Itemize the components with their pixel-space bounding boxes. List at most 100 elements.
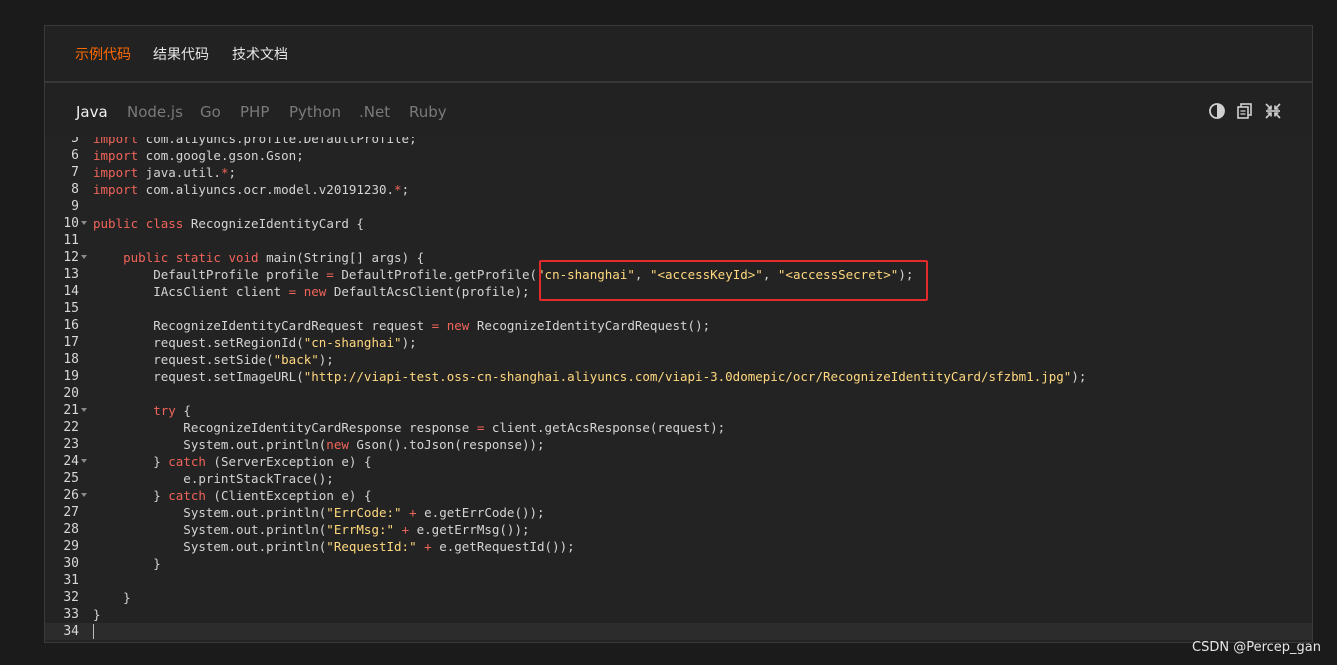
code-editor[interactable]: 5 import com.aliyuncs.profile.DefaultProf… (45, 137, 1312, 642)
code-keyword: + (409, 505, 417, 520)
code-keyword: import (93, 137, 139, 146)
code-token: DefaultAcsClient(profile); (326, 284, 530, 299)
code-line: 31 (45, 572, 1312, 589)
line-number: 16 (63, 318, 79, 333)
fullscreen-icon[interactable] (1264, 102, 1282, 120)
line-number: 9 (71, 199, 79, 214)
code-keyword: + (401, 522, 410, 537)
tab-tech-docs[interactable]: 技术文档 (232, 44, 288, 64)
line-number: 27 (63, 505, 79, 520)
code-line: 23 System.out.println(new Gson().toJson(… (45, 436, 1312, 453)
code-keyword: + (424, 539, 432, 554)
code-token: IAcsClient client (93, 284, 289, 299)
line-number: 34 (63, 624, 79, 639)
code-token: } (93, 454, 169, 469)
code-text: RecognizeIdentityCardResponse response =… (93, 419, 725, 436)
code-keyword: catch (168, 488, 206, 503)
line-number: 18 (63, 352, 79, 367)
lang-tab-python[interactable]: Python (289, 103, 341, 121)
code-text: e.printStackTrace(); (93, 470, 334, 487)
code-line: 27 System.out.println("ErrCode:" + e.get… (45, 504, 1312, 521)
code-token: } (93, 590, 131, 605)
code-keyword: try (153, 403, 176, 418)
theme-toggle-icon[interactable] (1208, 102, 1226, 120)
line-number: 19 (63, 369, 79, 384)
annotation-highlight-box (539, 260, 928, 301)
code-text: System.out.println("ErrMsg:" + e.getErrM… (93, 521, 529, 538)
code-sample-panel: 示例代码 结果代码 技术文档 Java Node.js Go PHP Pytho… (44, 25, 1313, 643)
code-text: import java.util.*; (93, 164, 236, 181)
code-token: DefaultProfile profile (93, 267, 327, 282)
code-text: } (93, 555, 161, 572)
line-number: 12 (63, 250, 79, 265)
code-line: 8 import com.aliyuncs.ocr.model.v20191230… (45, 181, 1312, 198)
lang-tab-java[interactable]: Java (76, 103, 108, 121)
code-token: (ClientException e) { (205, 488, 372, 503)
code-line: 15 (45, 300, 1312, 317)
code-text: import com.aliyuncs.ocr.model.v20191230.… (93, 181, 409, 198)
code-token: DefaultProfile.getProfile( (333, 267, 538, 282)
line-number: 5 (71, 137, 79, 146)
code-string: "http://viapi-test.oss-cn-shanghai.aliyu… (303, 369, 1072, 384)
line-number: 14 (63, 284, 79, 299)
language-tab-bar: Java Node.js Go PHP Python .Net Ruby (45, 83, 1312, 135)
fold-arrow-icon[interactable] (81, 255, 87, 259)
tab-result-code[interactable]: 结果代码 (153, 44, 209, 64)
code-token: client.getAcsResponse(request); (484, 420, 726, 435)
lang-tab-php[interactable]: PHP (240, 103, 269, 121)
code-text: IAcsClient client = new DefaultAcsClient… (93, 283, 530, 300)
line-number: 31 (63, 573, 79, 588)
tab-sample-code[interactable]: 示例代码 (75, 44, 131, 64)
lang-tab-nodejs[interactable]: Node.js (127, 103, 183, 121)
line-number: 25 (63, 471, 79, 486)
code-token: e.printStackTrace(); (93, 471, 334, 486)
fold-arrow-icon[interactable] (81, 459, 87, 463)
code-text: request.setRegionId("cn-shanghai"); (93, 334, 416, 351)
code-keyword: import (93, 182, 139, 197)
code-line: 9 (45, 198, 1312, 215)
code-string: "ErrCode:" (326, 505, 402, 520)
code-line: 19 request.setImageURL("http://viapi-tes… (45, 368, 1312, 385)
lang-tab-go[interactable]: Go (200, 103, 221, 121)
code-line: 7 import java.util.*; (45, 164, 1312, 181)
line-number: 20 (63, 386, 79, 401)
code-line: 10 public class RecognizeIdentityCard { (45, 215, 1312, 232)
code-line: 34 (45, 623, 1312, 640)
code-text: public static void main(String[] args) { (93, 249, 424, 266)
line-number: 6 (71, 148, 79, 163)
line-number: 29 (63, 539, 79, 554)
code-token: request.setImageURL( (93, 369, 304, 384)
fold-arrow-icon[interactable] (81, 408, 87, 412)
line-number: 10 (63, 216, 79, 231)
code-text: public class RecognizeIdentityCard { (93, 215, 364, 232)
line-number: 24 (63, 454, 79, 469)
lang-tab-ruby[interactable]: Ruby (409, 103, 447, 121)
line-number: 32 (63, 590, 79, 605)
lang-tab-dotnet[interactable]: .Net (359, 103, 390, 121)
code-token: RecognizeIdentityCard { (183, 216, 364, 231)
code-keyword: import (93, 165, 139, 180)
code-text: System.out.println("RequestId:" + e.getR… (93, 538, 574, 555)
code-keyword: public (123, 250, 169, 265)
code-keyword: void (228, 250, 259, 265)
fold-arrow-icon[interactable] (81, 493, 87, 497)
line-number: 15 (63, 301, 79, 316)
line-number: 30 (63, 556, 79, 571)
code-text: request.setSide("back"); (93, 351, 334, 368)
line-number: 26 (63, 488, 79, 503)
code-line: 30 } (45, 555, 1312, 572)
copy-icon[interactable] (1236, 102, 1254, 120)
code-line: 17 request.setRegionId("cn-shanghai"); (45, 334, 1312, 351)
code-keyword: = (326, 267, 334, 282)
code-line: 6 import com.google.gson.Gson; (45, 147, 1312, 164)
line-number: 8 (71, 182, 79, 197)
line-number: 13 (63, 267, 79, 282)
code-token: java.util. (138, 165, 221, 180)
fold-arrow-icon[interactable] (81, 221, 87, 225)
code-text: import com.google.gson.Gson; (93, 147, 304, 164)
code-keyword: new (326, 437, 349, 452)
code-line: 11 (45, 232, 1312, 249)
